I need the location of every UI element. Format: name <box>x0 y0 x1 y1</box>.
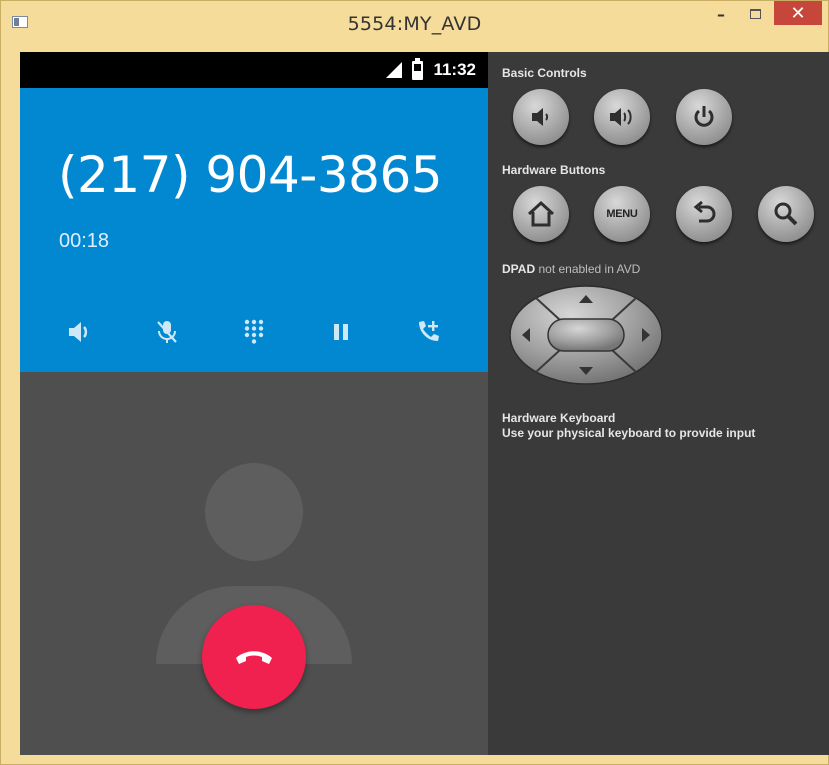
speaker-button[interactable] <box>58 310 102 354</box>
add-call-icon <box>419 321 440 341</box>
caller-phone-number: (217) 904-3865 <box>58 146 443 204</box>
window-controls: – ✕ <box>704 1 822 31</box>
search-button[interactable] <box>758 186 814 242</box>
dpad-control <box>509 285 663 385</box>
home-icon <box>527 200 555 227</box>
call-header: (217) 904-3865 00:18 <box>20 88 488 372</box>
dpad-label: DPAD not enabled in AVD <box>502 262 640 276</box>
volume-down-icon <box>532 108 549 126</box>
back-button[interactable] <box>676 186 732 242</box>
maximize-button[interactable] <box>738 1 772 27</box>
search-icon <box>774 202 798 226</box>
home-button[interactable] <box>513 186 569 242</box>
app-icon <box>12 16 28 28</box>
basic-controls-label: Basic Controls <box>502 66 587 80</box>
hang-up-icon <box>236 651 272 664</box>
volume-up-icon <box>610 108 632 126</box>
back-icon <box>693 201 716 223</box>
add-call-button[interactable] <box>406 310 450 354</box>
power-button[interactable] <box>676 89 732 145</box>
keyboard-title: Hardware Keyboard <box>502 411 616 425</box>
status-bar: 11:32 <box>20 52 488 88</box>
volume-up-button[interactable] <box>594 89 650 145</box>
dialpad-button[interactable] <box>232 310 276 354</box>
dialpad-icon <box>244 319 264 344</box>
caller-area <box>20 372 488 755</box>
end-call-button[interactable] <box>202 605 306 709</box>
dpad[interactable] <box>508 284 664 386</box>
mute-icon <box>156 321 177 343</box>
volume-down-button[interactable] <box>513 89 569 145</box>
call-action-bar <box>20 310 488 354</box>
mute-button[interactable] <box>145 310 189 354</box>
phone-screen[interactable]: 11:32 (217) 904-3865 00:18 <box>20 52 488 755</box>
menu-button[interactable]: MENU <box>594 186 650 242</box>
title-bar[interactable]: 5554:MY_AVD – ✕ <box>1 1 828 47</box>
emulator-controls-panel: Basic Controls Hardware Buttons MENU DPA… <box>488 52 829 755</box>
minimize-button[interactable]: – <box>704 1 738 27</box>
close-button[interactable]: ✕ <box>774 1 822 25</box>
dpad-title: DPAD <box>502 262 536 276</box>
pause-icon <box>334 324 349 340</box>
dpad-note: not enabled in AVD <box>538 262 641 276</box>
hold-button[interactable] <box>319 310 363 354</box>
menu-label: MENU <box>606 208 638 220</box>
window-title: 5554:MY_AVD <box>347 13 482 35</box>
hardware-buttons-label: Hardware Buttons <box>502 163 606 177</box>
status-clock: 11:32 <box>433 60 476 79</box>
power-icon <box>694 106 714 127</box>
signal-icon <box>386 62 403 78</box>
battery-icon <box>412 57 424 80</box>
keyboard-hint: Use your physical keyboard to provide in… <box>502 426 756 440</box>
maximize-icon <box>749 9 761 19</box>
call-timer: 00:18 <box>59 230 110 252</box>
speaker-icon <box>68 322 87 342</box>
emulator-window: 5554:MY_AVD – ✕ 11:32 (217) 904-3865 00:… <box>0 0 829 765</box>
avatar-head <box>205 463 303 561</box>
hardware-keyboard-info: Hardware Keyboard Use your physical keyb… <box>502 411 755 441</box>
